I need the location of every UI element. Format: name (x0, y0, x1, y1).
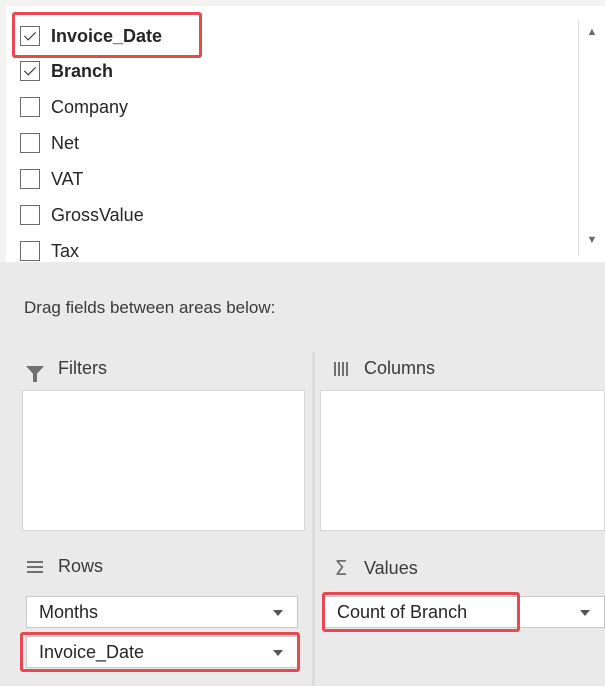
filters-drop-zone[interactable] (22, 390, 305, 531)
filters-area-title: Filters (24, 358, 107, 382)
values-label: Values (364, 557, 418, 578)
field-label: Invoice_Date (51, 25, 163, 46)
checkbox-tax[interactable] (20, 241, 40, 261)
scroll-down-arrow-icon[interactable]: ▼ (579, 228, 605, 252)
field-label: Company (51, 96, 129, 117)
rows-item-invoice-date[interactable]: Invoice_Date (26, 636, 298, 668)
values-area-title: Σ Values (330, 556, 418, 580)
filters-label: Filters (58, 358, 107, 378)
checkbox-net[interactable] (20, 133, 40, 153)
columns-drop-zone[interactable] (320, 390, 605, 531)
field-list-panel: Invoice_Date Branch Company Net VAT Gros… (6, 6, 605, 262)
field-label: GrossValue (51, 204, 144, 225)
columns-area-title: Columns (330, 358, 435, 379)
checkbox-branch[interactable] (20, 61, 40, 81)
checkbox-grossvalue[interactable] (20, 205, 40, 225)
columns-label: Columns (364, 358, 436, 378)
values-item-count-of-branch[interactable]: Count of Branch (324, 596, 605, 628)
chevron-down-icon[interactable] (273, 610, 283, 616)
field-label: VAT (51, 168, 84, 189)
field-label: Tax (51, 240, 80, 261)
field-item-invoice-date[interactable]: Invoice_Date (20, 18, 162, 54)
chevron-down-icon[interactable] (273, 650, 283, 656)
chevron-down-icon[interactable] (580, 610, 590, 616)
columns-icon (330, 361, 352, 376)
pivot-field-list: Invoice_Date Branch Company Net VAT Gros… (0, 0, 605, 262)
rows-item-label: Invoice_Date (39, 641, 145, 662)
field-list-scrollbar[interactable]: ▲ ▼ (578, 20, 605, 256)
scroll-up-arrow-icon[interactable]: ▲ (579, 20, 605, 44)
pivot-areas: Drag fields between areas below: Filters… (0, 262, 605, 686)
rows-item-months[interactable]: Months (26, 596, 298, 628)
area-divider (312, 352, 315, 686)
filter-icon (24, 364, 46, 382)
field-label: Net (51, 132, 80, 153)
checkbox-invoice-date[interactable] (20, 26, 40, 46)
rows-icon (24, 560, 46, 573)
scroll-thumb[interactable] (583, 48, 601, 188)
values-item-label: Count of Branch (337, 601, 468, 622)
field-item-grossvalue[interactable]: GrossValue (20, 197, 144, 233)
field-item-company[interactable]: Company (20, 89, 128, 125)
field-item-branch[interactable]: Branch (20, 53, 113, 89)
field-item-vat[interactable]: VAT (20, 161, 83, 197)
field-label: Branch (51, 60, 114, 81)
rows-label: Rows (58, 556, 104, 576)
checkbox-company[interactable] (20, 97, 40, 117)
field-item-tax[interactable]: Tax (20, 233, 79, 262)
checkbox-vat[interactable] (20, 169, 40, 189)
rows-item-label: Months (39, 601, 99, 622)
rows-area-title: Rows (24, 556, 103, 577)
sigma-icon: Σ (334, 556, 348, 580)
drag-fields-label: Drag fields between areas below: (24, 298, 276, 317)
field-item-net[interactable]: Net (20, 125, 79, 161)
